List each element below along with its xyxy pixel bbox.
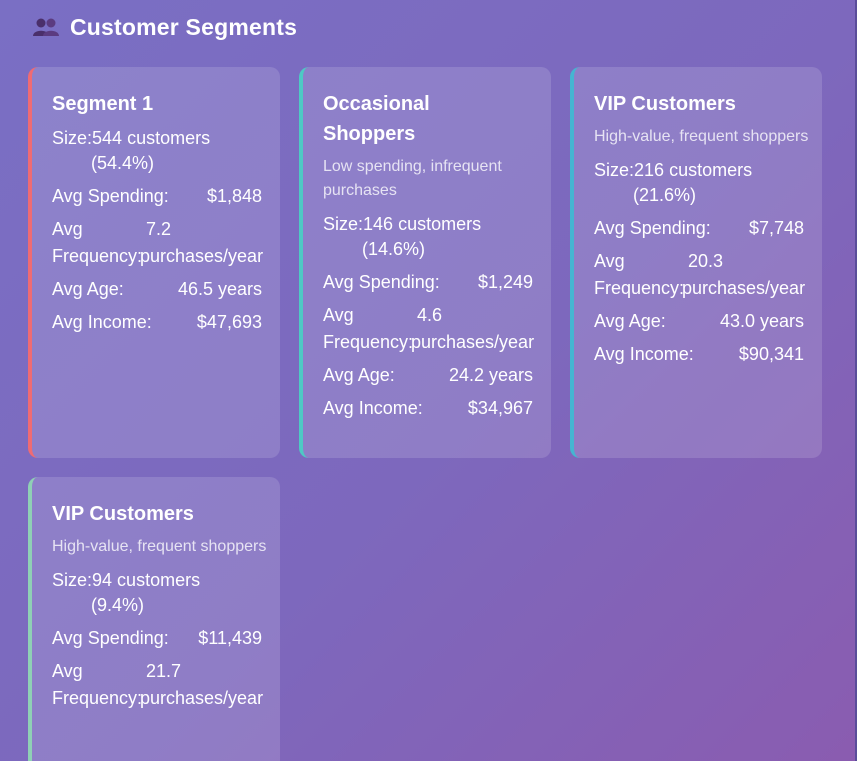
- stat-size-percent: (9.4%): [91, 595, 145, 615]
- people-icon: [32, 16, 60, 38]
- stat-value: 94 customers: [92, 570, 201, 590]
- stat-frequency: Avg 20.3 Frequency: purchases/year: [594, 248, 822, 302]
- stat-value: 7.2: [146, 219, 172, 239]
- stat-label: Avg Spending:: [323, 272, 440, 292]
- stat-frequency: Avg 7.2 Frequency: purchases/year: [52, 216, 280, 270]
- stat-unit: purchases/year: [140, 688, 264, 708]
- stat-label: Avg Income:: [594, 344, 694, 364]
- page-title: Customer Segments: [70, 13, 298, 40]
- stat-value: 20.3: [688, 251, 724, 271]
- stat-size-percent: (21.6%): [633, 185, 697, 205]
- stat-value: $1,249: [477, 272, 533, 292]
- stat-size: Size: 216 customers: [594, 157, 822, 184]
- stat-value: 216 customers: [634, 160, 753, 180]
- page-header: Customer Segments: [32, 12, 297, 42]
- stat-frequency: Avg 21.7 Frequency: purchases/year: [52, 658, 280, 712]
- segment-description: Low spending, infrequent purchases: [323, 158, 502, 199]
- stat-value: $47,693: [196, 312, 262, 332]
- stat-label: Size:: [594, 160, 635, 180]
- stat-size-percent: (14.6%): [362, 239, 426, 259]
- stat-value: $11,439: [198, 628, 262, 648]
- stat-label: Avg Income:: [323, 398, 423, 418]
- stat-value: $7,748: [748, 218, 804, 238]
- stat-unit: purchases/year: [140, 246, 264, 266]
- stat-value: 544 customers: [92, 128, 211, 148]
- stat-income: Avg Income: $34,967: [323, 395, 551, 422]
- stat-label: Avg Income:: [52, 312, 152, 332]
- stat-label: Size:: [52, 128, 93, 148]
- stat-value: $34,967: [467, 398, 533, 418]
- stat-size: Size: 94 customers: [52, 567, 280, 594]
- stat-size: Size: 544 customers: [52, 125, 280, 152]
- stat-label: Size:: [323, 214, 364, 234]
- stat-label: Frequency:: [52, 246, 143, 266]
- segment-description: High-value, frequent shoppers: [594, 128, 809, 145]
- segment-title: VIP Customers: [52, 503, 194, 525]
- stat-label: Avg: [594, 251, 625, 271]
- segment-title: VIP Customers: [594, 93, 736, 115]
- stat-age: Avg Age: 46.5 years: [52, 276, 280, 303]
- stat-unit: purchases/year: [682, 278, 806, 298]
- stat-value: $1,848: [206, 186, 262, 206]
- stat-value: 46.5 years: [177, 279, 262, 299]
- stat-age: Avg Age: 43.0 years: [594, 308, 822, 335]
- stat-size-percent: (54.4%): [91, 153, 155, 173]
- stat-value: 4.6: [417, 305, 443, 325]
- segment-title: Segment 1: [52, 93, 154, 115]
- stat-value: $90,341: [738, 344, 804, 364]
- stat-age: Avg Age: 24.2 years: [323, 362, 551, 389]
- segment-card: VIP Customers High-value, frequent shopp…: [28, 477, 280, 761]
- stat-spending: Avg Spending: $1,249: [323, 269, 551, 296]
- stat-size: Size: 146 customers: [323, 211, 551, 238]
- segment-card: Segment 1 Size: 544 customers (54.4%) Av…: [28, 67, 280, 458]
- stat-unit: purchases/year: [411, 332, 535, 352]
- segment-card: VIP Customers High-value, frequent shopp…: [570, 67, 822, 458]
- stat-spending: Avg Spending: $1,848: [52, 183, 280, 210]
- stat-label: Avg: [323, 305, 354, 325]
- stat-income: Avg Income: $90,341: [594, 341, 822, 368]
- stat-income: Avg Income: $47,693: [52, 309, 280, 336]
- stat-label: Frequency:: [323, 332, 414, 352]
- stat-label: Avg: [52, 219, 83, 239]
- stat-label: Frequency:: [52, 688, 143, 708]
- stat-label: Frequency:: [594, 278, 685, 298]
- stat-label: Avg Age:: [323, 365, 395, 385]
- stat-label: Avg: [52, 661, 83, 681]
- stat-value: 21.7: [146, 661, 182, 681]
- stat-spending: Avg Spending: $7,748: [594, 215, 822, 242]
- stat-value: 146 customers: [363, 214, 482, 234]
- stat-frequency: Avg 4.6 Frequency: purchases/year: [323, 302, 551, 356]
- stat-label: Avg Age:: [52, 279, 124, 299]
- stat-label: Avg Spending:: [52, 186, 169, 206]
- stat-label: Avg Age:: [594, 311, 666, 331]
- segment-card: Occasional Shoppers Low spending, infreq…: [299, 67, 551, 458]
- segment-title: Occasional Shoppers: [323, 93, 430, 145]
- stat-value: 24.2 years: [448, 365, 533, 385]
- stat-value: 43.0 years: [719, 311, 804, 331]
- stat-label: Size:: [52, 570, 93, 590]
- stat-label: Avg Spending:: [52, 628, 169, 648]
- segment-description: High-value, frequent shoppers: [52, 538, 267, 555]
- stat-label: Avg Spending:: [594, 218, 711, 238]
- stat-spending: Avg Spending: $11,439: [52, 625, 280, 652]
